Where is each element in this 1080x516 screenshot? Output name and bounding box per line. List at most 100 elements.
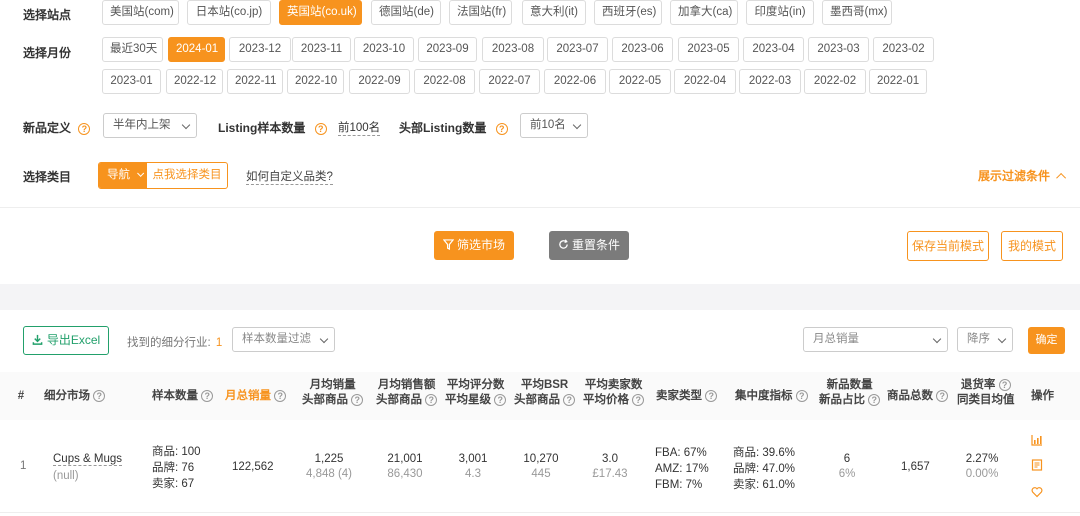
col-sellers: 平均卖家数 平均价格 ?	[583, 379, 645, 406]
row-sample: 商品: 100 品牌: 76 卖家: 67	[152, 446, 201, 490]
confirm-button[interactable]: 确定	[1028, 327, 1065, 354]
chevron-down-icon	[137, 169, 145, 177]
month-chip[interactable]: 2023-10	[354, 37, 414, 62]
month-chip[interactable]: 2022-07	[479, 69, 540, 94]
col-return: 退货率 ? 同类目均值	[957, 378, 1015, 406]
custom-category-link[interactable]: 如何自定义品类?	[246, 168, 333, 185]
site-chip-couk[interactable]: 英国站(co.uk)	[279, 0, 362, 25]
top-listing-label: 头部Listing数量 ?	[399, 119, 508, 136]
month-chip[interactable]: 2023-04	[743, 37, 804, 62]
col-seller-type: 卖家类型 ?	[656, 389, 718, 404]
month-chip[interactable]: 2023-09	[418, 37, 477, 62]
help-icon[interactable]: ?	[314, 122, 327, 135]
section-divider	[0, 284, 1080, 310]
month-chip[interactable]: 2023-07	[547, 37, 608, 62]
row-new: 6 6%	[838, 453, 856, 480]
row-avg-sales: 1,225 4,848 (4)	[305, 453, 353, 480]
help-icon[interactable]: ?	[868, 393, 881, 406]
month-chip[interactable]: 2022-02	[804, 69, 866, 94]
sort-field-select[interactable]: 月总销量	[803, 327, 948, 352]
col-new: 新品数量 新品占比 ?	[819, 378, 881, 408]
help-icon[interactable]: ?	[795, 389, 808, 402]
col-concentration: 集中度指标 ?	[735, 389, 808, 404]
month-chip[interactable]: 2022-11	[227, 69, 283, 94]
month-chip[interactable]: 2022-08	[414, 69, 475, 94]
found-count-label: 找到的细分行业: 1	[127, 337, 223, 349]
help-icon[interactable]: ?	[274, 389, 287, 402]
listing-sample-label: Listing样本数量 ?	[218, 119, 327, 136]
help-icon[interactable]: ?	[201, 389, 214, 402]
site-chip-cojp[interactable]: 日本站(co.jp)	[187, 0, 271, 25]
pick-category-button[interactable]: 点我选择类目	[147, 163, 227, 188]
month-chip[interactable]: 2023-03	[808, 37, 869, 62]
chevron-down-icon	[181, 120, 191, 130]
site-chip-es[interactable]: 西班牙(es)	[594, 0, 662, 25]
market-link[interactable]: Cups & Mugs	[53, 453, 123, 466]
sort-order-select[interactable]: 降序	[957, 327, 1013, 352]
site-chip-de[interactable]: 德国站(de)	[371, 0, 441, 25]
month-chip[interactable]: 2022-01	[869, 69, 927, 94]
my-mode-button[interactable]: 我的模式	[1001, 231, 1063, 261]
month-chip[interactable]: 2022-06	[544, 69, 606, 94]
help-icon[interactable]: ?	[998, 378, 1011, 391]
col-bsr: 平均BSR 头部商品 ?	[514, 378, 576, 408]
month-chip[interactable]: 2023-01	[102, 69, 161, 94]
chevron-up-icon	[1056, 172, 1067, 183]
col-monthly-sales[interactable]: 月总销量 ?	[225, 389, 287, 404]
site-label: 选择站点	[23, 8, 72, 22]
month-chip[interactable]: 2023-02	[873, 37, 934, 62]
row-divider	[0, 512, 1080, 513]
export-excel-button[interactable]: 导出Excel	[23, 326, 109, 355]
row-sellers: 3.0 £17.43	[592, 453, 628, 480]
month-chip[interactable]: 2022-04	[674, 69, 736, 94]
help-icon[interactable]: ?	[632, 393, 645, 406]
month-chip[interactable]: 2023-12	[229, 37, 291, 62]
row-total-products: 1,657	[901, 461, 930, 473]
col-sample: 样本数量 ?	[152, 389, 214, 404]
help-icon[interactable]: ?	[495, 122, 508, 135]
site-chip-com[interactable]: 美国站(com)	[102, 0, 179, 25]
save-mode-button[interactable]: 保存当前模式	[907, 231, 989, 261]
heart-icon[interactable]	[1031, 486, 1043, 498]
help-icon[interactable]: ?	[563, 393, 576, 406]
new-def-select[interactable]: 半年内上架	[103, 113, 197, 138]
site-chip-in[interactable]: 印度站(in)	[746, 0, 814, 25]
site-chip-fr[interactable]: 法国站(fr)	[449, 0, 512, 25]
month-chip[interactable]: 2023-11	[292, 37, 351, 62]
chevron-down-icon	[319, 334, 329, 344]
help-icon[interactable]: ?	[351, 393, 364, 406]
help-icon[interactable]: ?	[494, 393, 507, 406]
site-chip-mx[interactable]: 墨西哥(mx)	[822, 0, 892, 25]
help-icon[interactable]: ?	[425, 393, 438, 406]
listing-sample-value[interactable]: 前100名	[338, 119, 381, 136]
help-icon[interactable]: ?	[78, 122, 91, 135]
help-icon[interactable]: ?	[705, 389, 718, 402]
month-chip[interactable]: 2022-10	[287, 69, 344, 94]
refresh-icon	[559, 239, 568, 249]
month-chip[interactable]: 最近30天	[102, 37, 163, 62]
row-market: Cups & Mugs (null)	[53, 453, 123, 482]
help-icon[interactable]: ?	[93, 389, 106, 402]
month-chip-active[interactable]: 2024-01	[168, 37, 225, 62]
help-icon[interactable]: ?	[936, 389, 949, 402]
reset-button[interactable]: 重置条件	[549, 231, 629, 260]
bar-chart-icon[interactable]	[1031, 434, 1043, 446]
col-avg-sales: 月均销量 头部商品 ?	[302, 378, 364, 408]
top-listing-select[interactable]: 前10名	[520, 113, 588, 138]
show-filters-toggle[interactable]: 展示过滤条件	[978, 167, 1067, 184]
month-chip[interactable]: 2022-09	[349, 69, 410, 94]
month-chip[interactable]: 2022-12	[166, 69, 223, 94]
site-chip-ca[interactable]: 加拿大(ca)	[670, 0, 738, 25]
chevron-down-icon	[997, 334, 1007, 344]
filter-market-button[interactable]: 筛选市场	[434, 231, 514, 260]
document-icon[interactable]	[1031, 459, 1043, 471]
site-chip-it[interactable]: 意大利(it)	[522, 0, 586, 25]
row-bsr: 10,270 445	[523, 453, 559, 480]
month-chip[interactable]: 2022-05	[609, 69, 671, 94]
month-chip[interactable]: 2023-08	[482, 37, 544, 62]
month-chip[interactable]: 2023-06	[612, 37, 673, 62]
nav-button[interactable]: 导航	[99, 163, 147, 188]
sample-filter-select[interactable]: 样本数量过滤	[232, 327, 335, 352]
month-chip[interactable]: 2022-03	[739, 69, 801, 94]
month-chip[interactable]: 2023-05	[678, 37, 739, 62]
